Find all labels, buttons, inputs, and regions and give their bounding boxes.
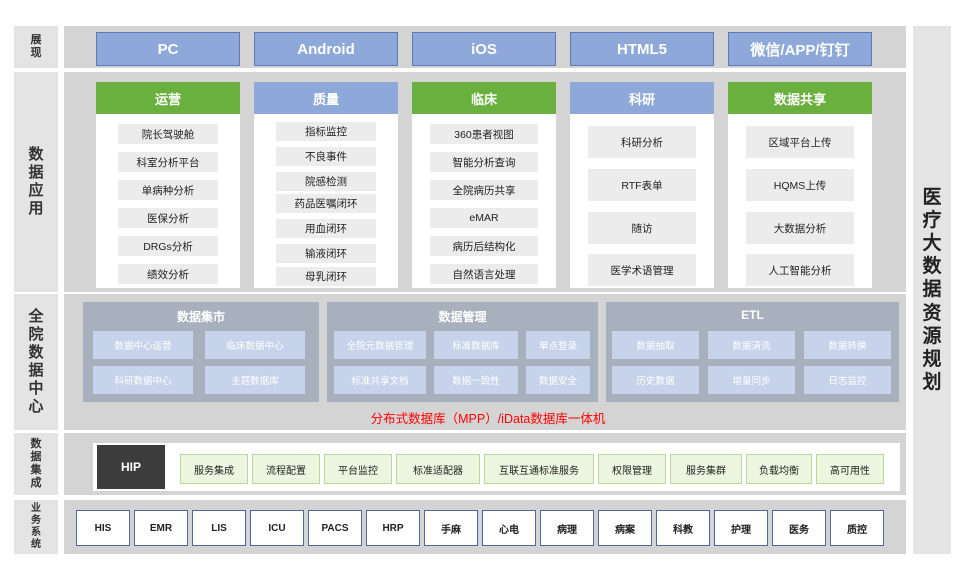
integration-item: 权限管理 xyxy=(598,454,666,484)
app-item: 院感检测 xyxy=(276,172,376,191)
data-management-item: 标准共享文档 xyxy=(334,366,426,394)
app-column-title: 科研 xyxy=(570,82,714,114)
etl-title: ETL xyxy=(741,308,764,322)
app-item: 大数据分析 xyxy=(746,212,854,244)
platform-wechat: 微信/APP/钉钉 xyxy=(728,32,872,66)
etl-group: ETL 数据抽取 数据清洗 数据转换 历史数据 增量同步 日志监控 xyxy=(606,302,899,402)
business-system-his: HIS xyxy=(76,510,130,546)
app-column-title: 运营 xyxy=(96,82,240,114)
platform-html5: HTML5 xyxy=(570,32,714,66)
app-item: 院长驾驶舱 xyxy=(118,124,218,144)
data-mart-item: 主题数据库 xyxy=(205,366,305,394)
etl-item: 数据清洗 xyxy=(708,331,795,359)
app-item: 自然语言处理 xyxy=(430,264,538,284)
app-item: 输液闭环 xyxy=(276,244,376,263)
app-item: 全院病历共享 xyxy=(430,180,538,200)
data-management-item: 全院元数据管理 xyxy=(334,331,426,359)
etl-item: 增量同步 xyxy=(708,366,795,394)
data-mart-group: 数据集市 数据中心运营 临床数据中心 科研数据中心 主题数据库 xyxy=(83,302,319,402)
app-item: HQMS上传 xyxy=(746,169,854,201)
data-management-item: 单点登录 xyxy=(526,331,590,359)
etl-item: 数据转换 xyxy=(804,331,891,359)
platform-ios: iOS xyxy=(412,32,556,66)
data-management-item: 数据一致性 xyxy=(434,366,518,394)
app-column-operations: 运营 院长驾驶舱 科室分析平台 单病种分析 医保分析 DRGs分析 绩效分析 xyxy=(96,82,240,288)
side-label-application: 数据应用 xyxy=(14,72,58,292)
side-label-business: 业务系统 xyxy=(14,500,58,554)
data-mart-item: 科研数据中心 xyxy=(93,366,193,394)
integration-item: 服务集成 xyxy=(180,454,248,484)
app-item: RTF表单 xyxy=(588,169,696,201)
app-column-quality: 质量 指标监控 不良事件 院感检测 药品医嘱闭环 用血闭环 输液闭环 母乳闭环 xyxy=(254,82,398,288)
data-mart-item: 临床数据中心 xyxy=(205,331,305,359)
integration-item: 互联互通标准服务 xyxy=(484,454,594,484)
side-label-integration: 数据集成 xyxy=(14,433,58,495)
business-system-lis: LIS xyxy=(192,510,246,546)
app-item: 单病种分析 xyxy=(118,180,218,200)
app-column-research: 科研 科研分析 RTF表单 随访 医学术语管理 xyxy=(570,82,714,288)
integration-item: 平台监控 xyxy=(324,454,392,484)
business-system-pacs: PACS xyxy=(308,510,362,546)
app-item: 母乳闭环 xyxy=(276,267,376,286)
business-system-pathology: 病理 xyxy=(540,510,594,546)
app-column-title: 临床 xyxy=(412,82,556,114)
right-title: 医疗大数据资源规划 xyxy=(922,186,942,394)
app-item: 科室分析平台 xyxy=(118,152,218,172)
business-system-anesthesia: 手麻 xyxy=(424,510,478,546)
data-management-item: 标准数据库 xyxy=(434,331,518,359)
business-system-education: 科教 xyxy=(656,510,710,546)
etl-item: 数据抽取 xyxy=(612,331,699,359)
app-item: eMAR xyxy=(430,208,538,228)
app-item: 医保分析 xyxy=(118,208,218,228)
business-system-hrp: HRP xyxy=(366,510,420,546)
business-system-nursing: 护理 xyxy=(714,510,768,546)
data-management-title: 数据管理 xyxy=(438,310,487,324)
app-item: 医学术语管理 xyxy=(588,254,696,286)
side-label-data-center: 全院数据中心 xyxy=(14,294,58,430)
app-item: 指标监控 xyxy=(276,122,376,141)
app-column-title: 质量 xyxy=(254,82,398,114)
right-title-panel: 医疗大数据资源规划 xyxy=(913,26,951,554)
app-column-clinical: 临床 360患者视图 智能分析查询 全院病历共享 eMAR 病历后结构化 自然语… xyxy=(412,82,556,288)
business-system-medical-records: 病案 xyxy=(598,510,652,546)
app-item: 人工智能分析 xyxy=(746,254,854,286)
side-label-display: 展现 xyxy=(14,26,58,68)
data-management-item: 数据安全 xyxy=(526,366,590,394)
app-item: 病历后结构化 xyxy=(430,236,538,256)
business-system-icu: ICU xyxy=(250,510,304,546)
integration-item: 流程配置 xyxy=(252,454,320,484)
app-column-data-sharing: 数据共享 区域平台上传 HQMS上传 大数据分析 人工智能分析 xyxy=(728,82,872,288)
app-column-title: 数据共享 xyxy=(728,82,872,114)
integration-item: 高可用性 xyxy=(816,454,884,484)
app-item: 智能分析查询 xyxy=(430,152,538,172)
app-item: 药品医嘱闭环 xyxy=(276,194,376,213)
etl-item: 日志监控 xyxy=(804,366,891,394)
platform-pc: PC xyxy=(96,32,240,66)
app-item: 科研分析 xyxy=(588,126,696,158)
business-system-quality-control: 质控 xyxy=(830,510,884,546)
app-item: 区域平台上传 xyxy=(746,126,854,158)
data-mart-title: 数据集市 xyxy=(176,310,225,324)
app-item: 绩效分析 xyxy=(118,264,218,284)
etl-item: 历史数据 xyxy=(612,366,699,394)
distributed-db-caption: 分布式数据库（MPP）/iData数据库一体机 xyxy=(370,412,606,426)
app-item: DRGs分析 xyxy=(118,236,218,256)
app-item: 用血闭环 xyxy=(276,219,376,238)
data-mart-item: 数据中心运营 xyxy=(93,331,193,359)
app-item: 360患者视图 xyxy=(430,124,538,144)
integration-item: 标准适配器 xyxy=(396,454,480,484)
app-item: 随访 xyxy=(588,212,696,244)
business-system-ecg: 心电 xyxy=(482,510,536,546)
platform-android: Android xyxy=(254,32,398,66)
business-system-emr: EMR xyxy=(134,510,188,546)
data-management-group: 数据管理 全院元数据管理 标准数据库 单点登录 标准共享文档 数据一致性 数据安… xyxy=(327,302,598,402)
hip-block: HIP xyxy=(97,445,165,489)
integration-item: 服务集群 xyxy=(670,454,742,484)
app-item: 不良事件 xyxy=(276,147,376,166)
integration-item: 负载均衡 xyxy=(746,454,812,484)
business-system-medical-affairs: 医务 xyxy=(772,510,826,546)
